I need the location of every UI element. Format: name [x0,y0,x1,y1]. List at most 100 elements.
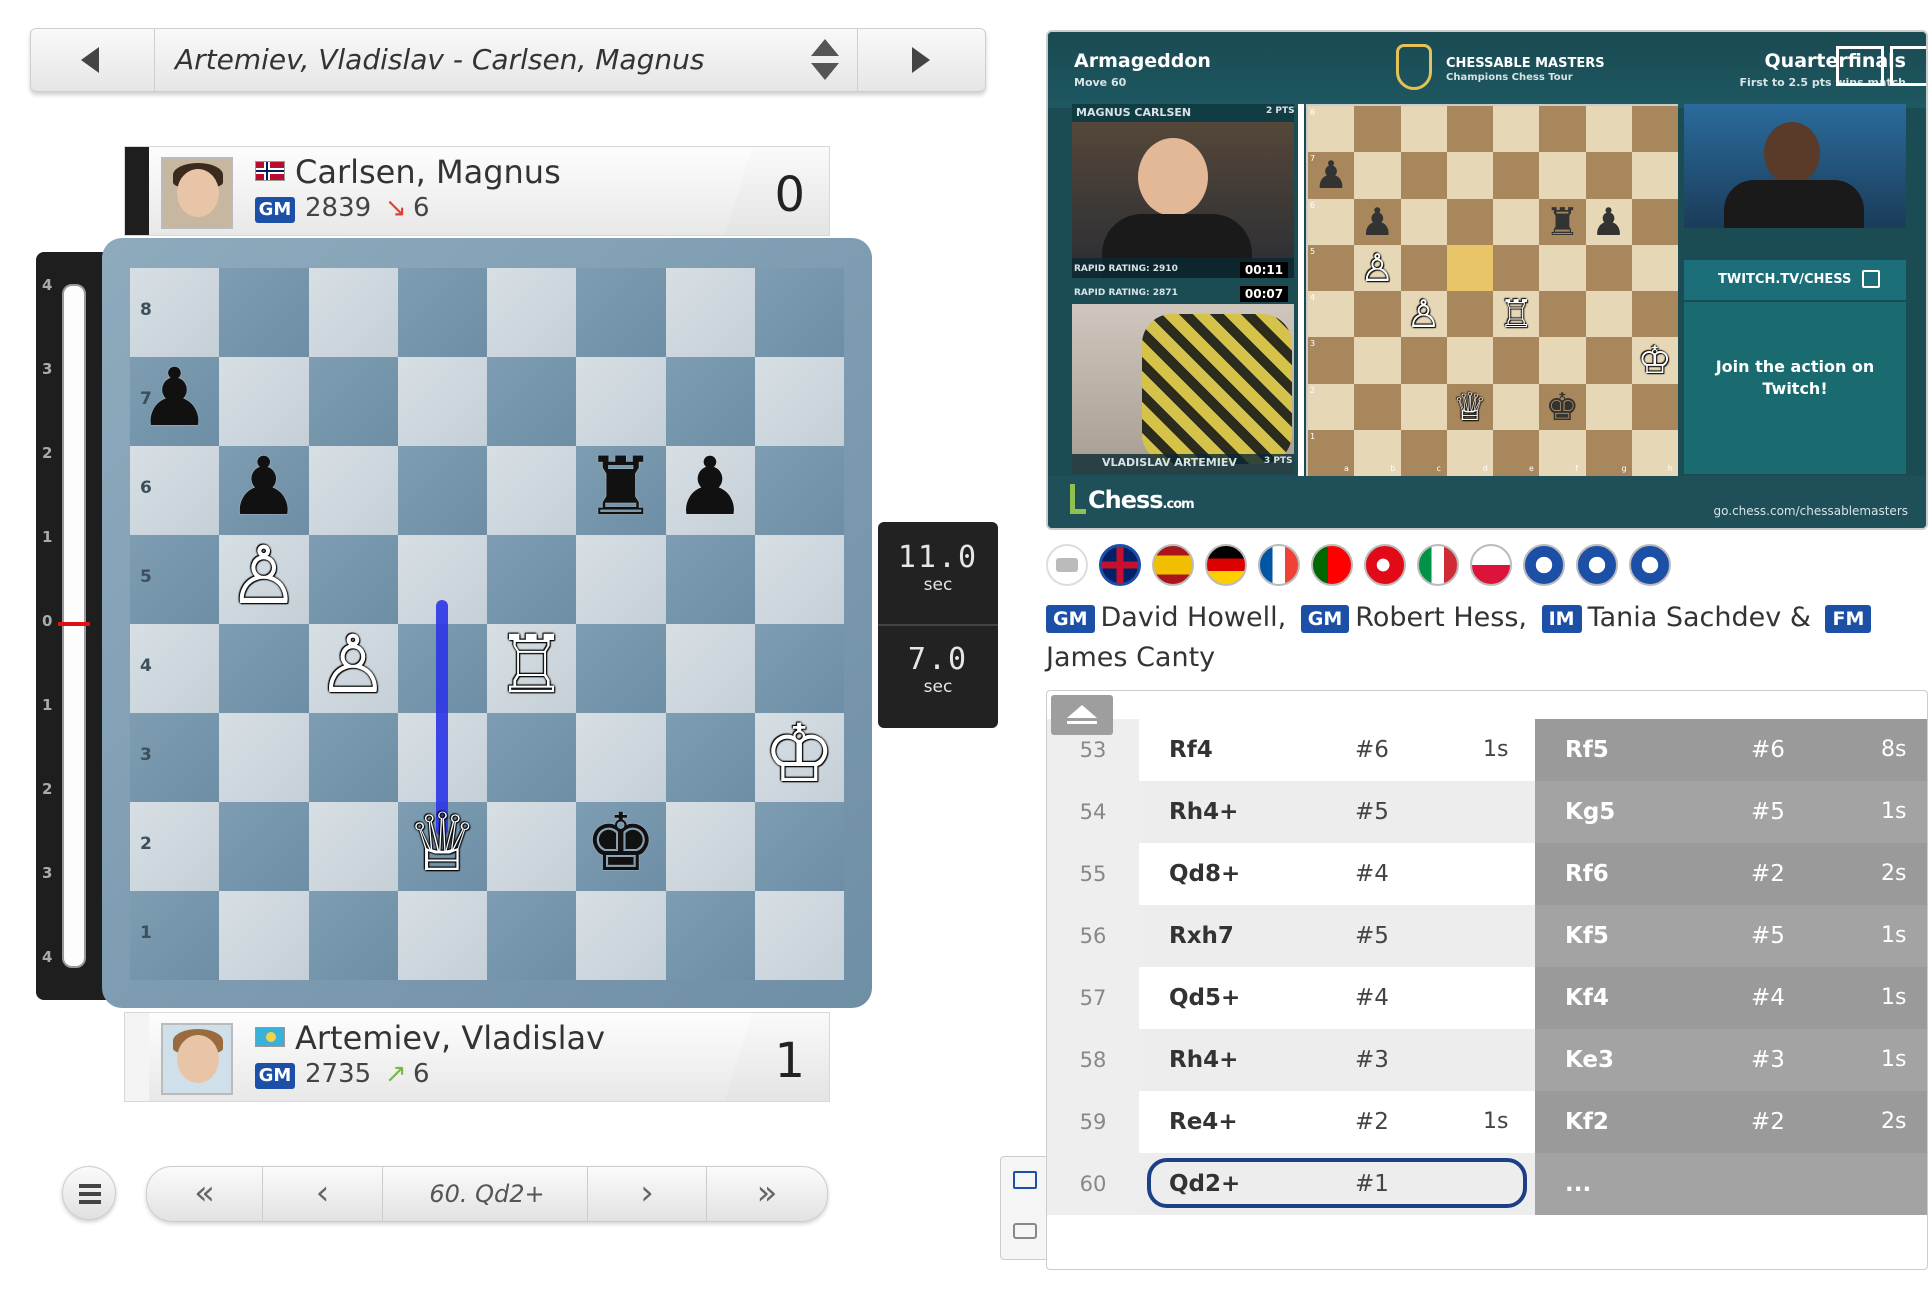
square-h5[interactable] [754,535,844,624]
square-g4[interactable] [665,624,755,713]
square-f4[interactable] [576,624,666,713]
square-h2[interactable] [754,802,844,891]
white-move-cell[interactable]: Qd8+ #4 [1139,843,1535,905]
piece-g6[interactable]: ♟ [666,442,755,531]
flag-spain-icon[interactable] [1152,544,1194,586]
square-e2[interactable] [487,802,577,891]
move-list-icon[interactable] [1013,1171,1037,1189]
square-c8[interactable] [308,268,398,357]
camera-icon[interactable] [1046,544,1088,586]
popout-icon[interactable] [1836,46,1884,86]
black-move-cell[interactable]: Rf5 #6 8s [1535,719,1927,781]
flag-italy-icon[interactable] [1417,544,1459,586]
square-h6[interactable] [754,446,844,535]
square-g8[interactable] [665,268,755,357]
white-move-cell[interactable]: Rxh7 #5 [1139,905,1535,967]
twitch-banner[interactable]: TWITCH.TV/CHESS [1684,260,1906,300]
black-move-cell[interactable]: Ke3 #3 1s [1535,1029,1927,1091]
flag-uk-icon[interactable] [1099,544,1141,586]
piece-b5[interactable]: ♙ [219,531,308,620]
square-b3[interactable] [219,713,309,802]
piece-a7[interactable]: ♟ [130,353,219,442]
black-move-cell[interactable]: ... [1535,1153,1927,1215]
scroll-up-button[interactable] [1051,695,1113,735]
square-e3[interactable] [487,713,577,802]
square-e8[interactable] [487,268,577,357]
game-selector[interactable]: Artemiev, Vladislav - Carlsen, Magnus [30,28,986,92]
square-d8[interactable] [397,268,487,357]
square-h4[interactable] [754,624,844,713]
square-e5[interactable] [487,535,577,624]
flag-generic-icon[interactable] [1523,544,1565,586]
square-c1[interactable] [308,891,398,980]
first-move-button[interactable]: « [147,1167,263,1221]
flag-poland-icon[interactable] [1470,544,1512,586]
square-g7[interactable] [665,357,755,446]
white-move-cell[interactable]: Rh4+ #5 [1139,781,1535,843]
square-c3[interactable] [308,713,398,802]
piece-d2[interactable]: ♕ [398,798,487,887]
square-b2[interactable] [219,802,309,891]
square-c6[interactable] [308,446,398,535]
flag-turkey-icon[interactable] [1364,544,1406,586]
square-b8[interactable] [219,268,309,357]
square-h1[interactable] [754,891,844,980]
player-name[interactable]: Carlsen, Magnus [295,153,561,191]
chess-board[interactable]: 87654321ABCDEFGH♟♟♜♟♙♙♖♔♕♚ [130,268,844,1036]
square-b4[interactable] [219,624,309,713]
white-move-cell[interactable]: Re4+ #2 1s [1139,1091,1535,1153]
black-move-cell[interactable]: Kf5 #5 1s [1535,905,1927,967]
square-h7[interactable] [754,357,844,446]
square-c2[interactable] [308,802,398,891]
square-g3[interactable] [665,713,755,802]
black-move-cell[interactable]: Kf2 #2 2s [1535,1091,1927,1153]
square-e7[interactable] [487,357,577,446]
chat-icon[interactable] [1013,1223,1037,1239]
prev-move-button[interactable]: ‹ [263,1167,383,1221]
square-f7[interactable] [576,357,666,446]
square-c5[interactable] [308,535,398,624]
piece-f6[interactable]: ♜ [576,442,665,531]
square-d6[interactable] [397,446,487,535]
black-move-cell[interactable]: Kf4 #4 1s [1535,967,1927,1029]
flag-generic-icon[interactable] [1576,544,1618,586]
piece-h3[interactable]: ♔ [755,709,844,798]
white-move-cell[interactable]: Rh4+ #3 [1139,1029,1535,1091]
square-d7[interactable] [397,357,487,446]
next-game-button[interactable] [857,29,985,91]
flag-portugal-icon[interactable] [1311,544,1353,586]
square-h8[interactable] [754,268,844,357]
next-move-button[interactable]: › [587,1167,707,1221]
square-f8[interactable] [576,268,666,357]
black-move-cell[interactable]: Rf6 #2 2s [1535,843,1927,905]
menu-button[interactable] [62,1166,116,1220]
square-g2[interactable] [665,802,755,891]
white-move-cell[interactable]: Rf4 #6 1s [1139,719,1535,781]
square-d1[interactable] [397,891,487,980]
square-f1[interactable] [576,891,666,980]
square-f3[interactable] [576,713,666,802]
square-b1[interactable] [219,891,309,980]
fullscreen-icon[interactable] [1890,46,1926,86]
sort-updown-icon[interactable] [811,39,841,83]
square-e6[interactable] [487,446,577,535]
square-c7[interactable] [308,357,398,446]
flag-generic-icon[interactable] [1629,544,1671,586]
square-e1[interactable] [487,891,577,980]
piece-f2[interactable]: ♚ [576,798,665,887]
piece-b6[interactable]: ♟ [219,442,308,531]
player-name[interactable]: Artemiev, Vladislav [295,1019,605,1057]
twitch-promo[interactable]: Join the action on Twitch! [1684,302,1906,474]
square-f5[interactable] [576,535,666,624]
black-move-cell[interactable]: Kg5 #5 1s [1535,781,1927,843]
square-g5[interactable] [665,535,755,624]
square-g1[interactable] [665,891,755,980]
piece-c4[interactable]: ♙ [309,620,398,709]
square-b7[interactable] [219,357,309,446]
flag-france-icon[interactable] [1258,544,1300,586]
video-stream[interactable]: Armageddon Move 60 CHESSABLE MASTERS Cha… [1046,30,1928,530]
white-move-cell[interactable]: Qd5+ #4 [1139,967,1535,1029]
prev-game-button[interactable] [31,29,155,91]
flag-germany-icon[interactable] [1205,544,1247,586]
last-move-button[interactable]: » [707,1167,827,1221]
